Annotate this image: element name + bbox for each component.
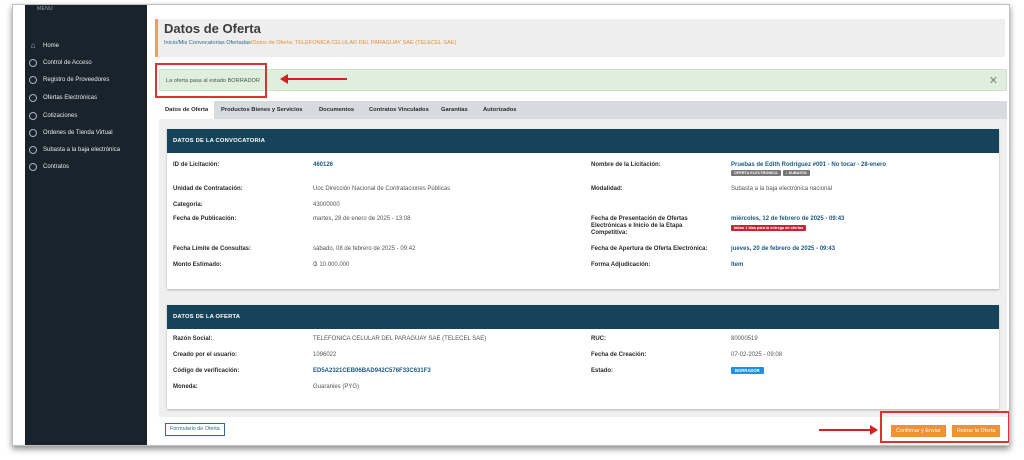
breadcrumb-current: Datos de Oferta: TELEFONICA CELULAR DEL … [252, 40, 457, 46]
dias-restantes-badge: faltan 1 días para la entrega de ofertas [731, 225, 807, 231]
apertura-value: jueves, 20 de febrero de 2025 - 09:43 [731, 246, 836, 252]
id-licitacion-value[interactable]: 460126 [313, 162, 333, 168]
annotation-box-buttons [880, 411, 1009, 443]
status-badge: BORRADOR [731, 367, 764, 374]
nombre-licitacion-label: Nombre de la Licitación: [591, 162, 661, 168]
breadcrumb-inicio[interactable]: Inicio [164, 40, 177, 46]
estado-label: Estado: [591, 368, 614, 374]
convocatoria-heading: DATOS DE LA CONVOCATORIA [167, 129, 999, 153]
home-icon: ⌂ [30, 41, 36, 50]
main-content: Datos de Oferta Inicio/Mis Convocatorias… [147, 5, 1009, 445]
tab-panel: DATOS DE LA CONVOCATORIA ID de Licitació… [159, 119, 1007, 417]
tab-datos-oferta[interactable]: Datos de Oferta [159, 101, 215, 119]
formulario-oferta-button[interactable]: Formulario de Oferta [165, 423, 225, 436]
annotation-box-alert [155, 63, 267, 98]
forma-adjudicacion-label: Forma Adjudicación: [591, 262, 651, 268]
sidebar-item-label: Registro de Proveedores [43, 77, 110, 83]
apertura-label: Fecha de Apertura de Oferta Electrónica: [591, 246, 708, 252]
fecha-creacion-label: Fecha de Creación: [591, 352, 647, 358]
monto-value: ₲ 10.000.000 [313, 262, 350, 268]
tab-autorizados[interactable]: Autorizados [477, 101, 523, 119]
sidebar-item-label: Home [43, 43, 60, 49]
razon-social-value: TELEFONICA CELULAR DEL PARAGUAY SAE (TEL… [313, 336, 487, 342]
presentacion-label: Fecha de Presentación de Ofertas Electró… [591, 216, 688, 237]
circle-icon [29, 129, 37, 137]
tab-productos[interactable]: Productos Bienes y Servicios [215, 101, 309, 119]
ruc-label: RUC: [591, 336, 606, 342]
presentacion-value: miércoles, 12 de febrero de 2025 - 09:43 [731, 216, 845, 222]
sidebar-item-label: Subasta a la baja electrónica [43, 147, 121, 153]
presentacion-label-line: Fecha de Presentación de Ofertas [591, 216, 688, 222]
creado-por-value: 1096022 [313, 352, 337, 358]
ruc-value: 80000519 [731, 336, 758, 342]
sidebar-item-ordenes-tienda[interactable]: Ordenes de Tienda Virtual [29, 126, 113, 140]
tab-garantias[interactable]: Garantías [435, 101, 474, 119]
unidad-value: Uoc Dirección Nacional de Contrataciones… [313, 186, 451, 192]
sidebar-item-label: Ofertas Electrónicas [43, 95, 98, 101]
moneda-value: Guaranies (PYG) [313, 384, 360, 390]
sidebar-item-home[interactable]: ⌂ Home [29, 39, 59, 53]
oferta-heading: DATOS DE LA OFERTA [167, 305, 999, 329]
presentacion-label-line: Competitiva: [591, 230, 628, 236]
id-licitacion-label: ID de Licitación: [173, 162, 220, 168]
page-header: Datos de Oferta Inicio/Mis Convocatorias… [155, 19, 1005, 57]
convocatoria-card: DATOS DE LA CONVOCATORIA ID de Licitació… [167, 129, 999, 289]
sidebar-item-label: Contratos [43, 164, 70, 170]
sidebar-item-label: Cotizaciones [43, 113, 78, 119]
nombre-licitacion-value[interactable]: Pruebas de Edith Rodriguez #001 - No toc… [731, 162, 886, 168]
modalidad-value: Subasta a la baja electrónica nacional [731, 186, 833, 192]
sidebar-item-contratos[interactable]: Contratos [29, 160, 69, 174]
limite-consultas-label: Fecha Límite de Consultas: [173, 246, 252, 252]
creado-por-label: Creado por el usuario: [173, 352, 238, 358]
page-title: Datos de Oferta [164, 21, 261, 36]
circle-icon [29, 76, 37, 84]
categoria-label: Categoría: [173, 202, 203, 208]
breadcrumb: Inicio/Mis Convocatorias Ofertadas/Datos… [164, 40, 456, 46]
licitacion-badges: OFERTA ELECTRÓNICA ♪ SUBASTA [731, 170, 812, 176]
monto-label: Monto Estimado: [173, 262, 222, 268]
tab-contratos-vinculados[interactable]: Contratos Vinculados [363, 101, 435, 119]
forma-adjudicacion-value: Item [731, 262, 744, 268]
breadcrumb-convocatorias[interactable]: Mis Convocatorias Ofertadas [179, 40, 251, 46]
close-icon[interactable]: ✕ [989, 74, 998, 87]
subasta-badge: ♪ SUBASTA [782, 170, 810, 176]
annotation-arrow-alert [280, 74, 347, 84]
publicacion-label: Fecha de Publicación: [173, 216, 237, 222]
codigo-verificacion-value: ED5A2321CEB06BAD942C576F33C631F3 [313, 368, 431, 374]
circle-icon [29, 94, 37, 102]
tab-documentos[interactable]: Documentos [313, 101, 360, 119]
sidebar-item-label: Ordenes de Tienda Virtual [43, 130, 113, 136]
fecha-creacion-value: 07-02-2025 - 09:08 [731, 352, 783, 358]
sidebar-item-cotizaciones[interactable]: Cotizaciones [29, 109, 77, 123]
oferta-electronica-badge: OFERTA ELECTRÓNICA [731, 170, 781, 176]
sidebar-item-registro-proveedores[interactable]: Registro de Proveedores [29, 73, 109, 87]
sidebar-item-control-acceso[interactable]: Control de Acceso [29, 56, 92, 70]
limite-consultas-value: sábado, 08 de febrero de 2025 - 09:42 [313, 246, 416, 252]
codigo-verificacion-label: Código de verificación: [173, 368, 240, 374]
sidebar-item-subasta[interactable]: Subasta a la baja electrónica [29, 143, 120, 157]
sidebar: MENU ⌂ Home Control de Acceso Registro d… [25, 5, 147, 445]
sidebar-menu-label: MENU [37, 6, 53, 12]
browser-frame: MENU ⌂ Home Control de Acceso Registro d… [12, 4, 1010, 446]
sidebar-item-label: Control de Acceso [43, 60, 92, 66]
razon-social-label: Razón Social: [173, 336, 213, 342]
presentacion-badge-wrap: faltan 1 días para la entrega de ofertas [731, 225, 808, 231]
oferta-card: DATOS DE LA OFERTA Razón Social: TELEFON… [167, 305, 999, 409]
circle-icon [29, 146, 37, 154]
categoria-value: 43000000 [313, 202, 340, 208]
presentacion-label-line: Electrónicas e Inicio de la Etapa [591, 223, 683, 229]
publicacion-value: martes, 28 de enero de 2025 - 13:08 [313, 216, 411, 222]
circle-icon [29, 59, 37, 67]
circle-icon [29, 163, 37, 171]
circle-icon [29, 112, 37, 120]
annotation-arrow-buttons [819, 425, 878, 435]
unidad-label: Unidad de Contratación: [173, 186, 243, 192]
tab-bar: Datos de Oferta Productos Bienes y Servi… [159, 101, 1007, 119]
sidebar-item-ofertas-electronicas[interactable]: Ofertas Electrónicas [29, 91, 97, 105]
modalidad-label: Modalidad: [591, 186, 623, 192]
estado-badge-wrap: BORRADOR [731, 367, 766, 374]
moneda-label: Moneda: [173, 384, 198, 390]
